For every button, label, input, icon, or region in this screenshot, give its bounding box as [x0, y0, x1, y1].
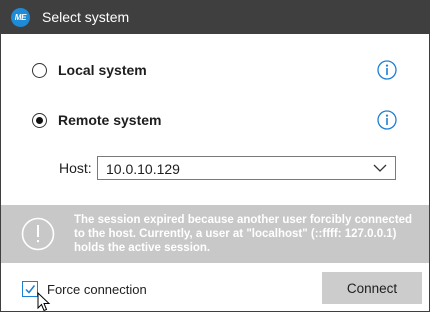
force-connection-checkbox[interactable] — [22, 281, 38, 297]
remote-system-option[interactable]: Remote system — [32, 110, 162, 130]
host-value: 10.0.10.129 — [106, 161, 180, 177]
local-system-option[interactable]: Local system — [32, 60, 147, 80]
select-system-dialog: ME Select system Local system Remote sys… — [0, 0, 430, 312]
checkmark-icon — [25, 285, 36, 294]
force-connection-label: Force connection — [47, 281, 147, 297]
remote-system-radio[interactable] — [32, 112, 47, 128]
host-label: Host: — [59, 160, 92, 176]
remote-system-label: Remote system — [58, 112, 162, 128]
remote-system-info-icon[interactable] — [377, 110, 397, 130]
warning-icon — [21, 217, 55, 251]
banner-message: The session expired because another user… — [74, 214, 413, 254]
local-system-radio[interactable] — [32, 62, 47, 78]
host-dropdown[interactable]: 10.0.10.129 — [97, 156, 396, 180]
window-title: Select system — [42, 9, 130, 25]
title-bar[interactable]: ME Select system — [1, 1, 429, 34]
local-system-info-icon[interactable] — [377, 60, 397, 80]
session-expired-banner: The session expired because another user… — [1, 205, 429, 263]
local-system-label: Local system — [58, 62, 147, 78]
chevron-down-icon[interactable] — [373, 163, 387, 173]
force-connection-option[interactable]: Force connection — [22, 280, 147, 298]
app-logo-icon: ME — [11, 8, 30, 27]
connect-button[interactable]: Connect — [322, 272, 422, 304]
